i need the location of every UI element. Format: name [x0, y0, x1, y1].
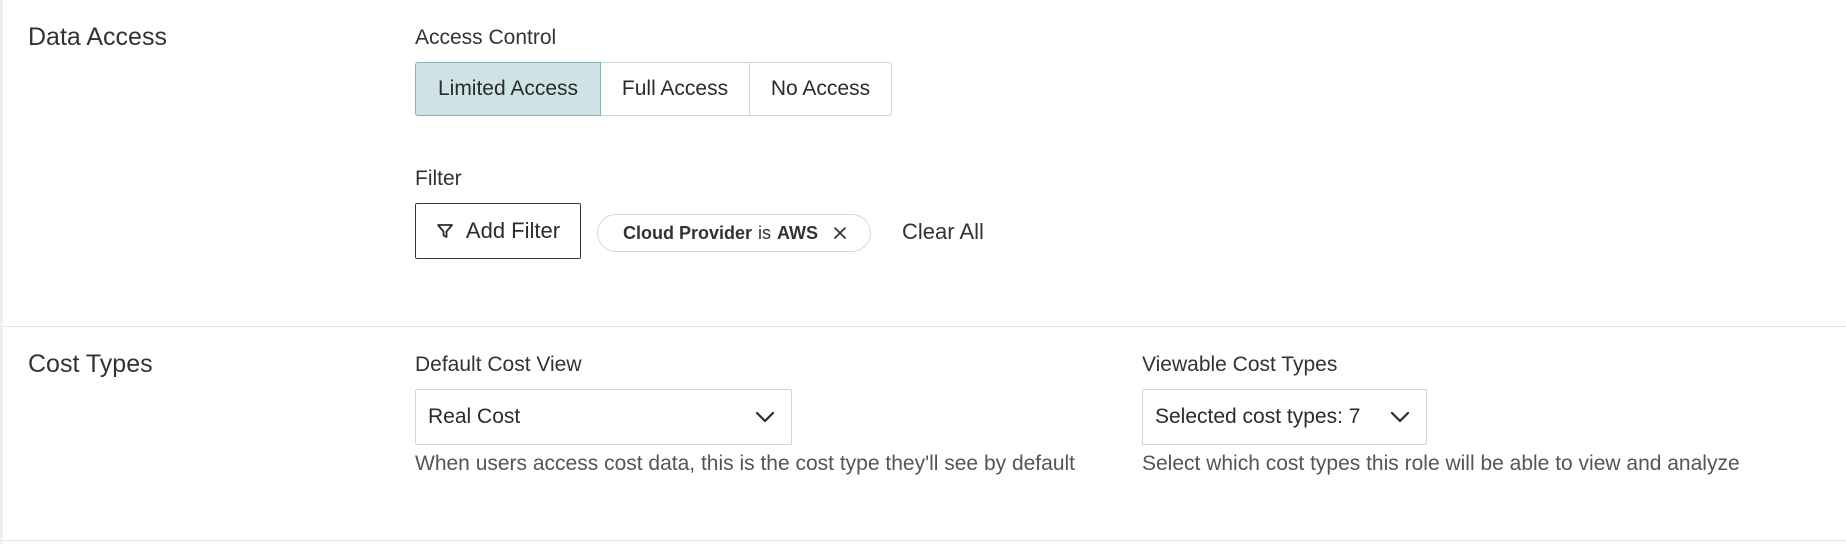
- cost-types-section: Cost Types Default Cost View Real Cost W…: [3, 327, 1846, 541]
- filter-label: Filter: [415, 167, 462, 190]
- add-filter-button[interactable]: Add Filter: [415, 203, 581, 259]
- section-title-data-access: Data Access: [28, 23, 167, 51]
- limited-access-button[interactable]: Limited Access: [415, 62, 601, 116]
- close-icon[interactable]: [832, 225, 848, 241]
- chevron-down-icon: [755, 411, 775, 423]
- default-cost-view-label: Default Cost View: [415, 353, 582, 376]
- full-access-button[interactable]: Full Access: [600, 62, 750, 116]
- filter-chip: Cloud Provider is AWS: [597, 214, 871, 252]
- filter-chip-value: AWS: [777, 222, 819, 243]
- role-settings-page: Data Access Access Control Limited Acces…: [0, 0, 1846, 544]
- viewable-cost-types-label: Viewable Cost Types: [1142, 353, 1338, 376]
- filter-chip-field: Cloud Provider: [623, 222, 753, 243]
- access-control-segmented: Limited Access Full Access No Access: [415, 62, 892, 118]
- default-cost-view-help: When users access cost data, this is the…: [415, 452, 1076, 475]
- clear-all-link[interactable]: Clear All: [902, 219, 984, 245]
- chevron-down-icon: [1390, 411, 1410, 423]
- viewable-cost-types-value: Selected cost types: 7: [1155, 405, 1361, 428]
- default-cost-view-select[interactable]: Real Cost: [415, 389, 792, 445]
- section-title-cost-types: Cost Types: [28, 350, 153, 378]
- filter-icon: [436, 222, 454, 240]
- data-access-section: Data Access Access Control Limited Acces…: [3, 0, 1846, 327]
- no-access-button[interactable]: No Access: [749, 62, 892, 116]
- viewable-cost-types-help: Select which cost types this role will b…: [1142, 452, 1740, 475]
- default-cost-view-value: Real Cost: [428, 405, 521, 428]
- access-control-label: Access Control: [415, 26, 557, 49]
- filter-chip-operator: is: [758, 222, 772, 243]
- viewable-cost-types-select[interactable]: Selected cost types: 7: [1142, 389, 1427, 445]
- add-filter-label: Add Filter: [465, 218, 561, 243]
